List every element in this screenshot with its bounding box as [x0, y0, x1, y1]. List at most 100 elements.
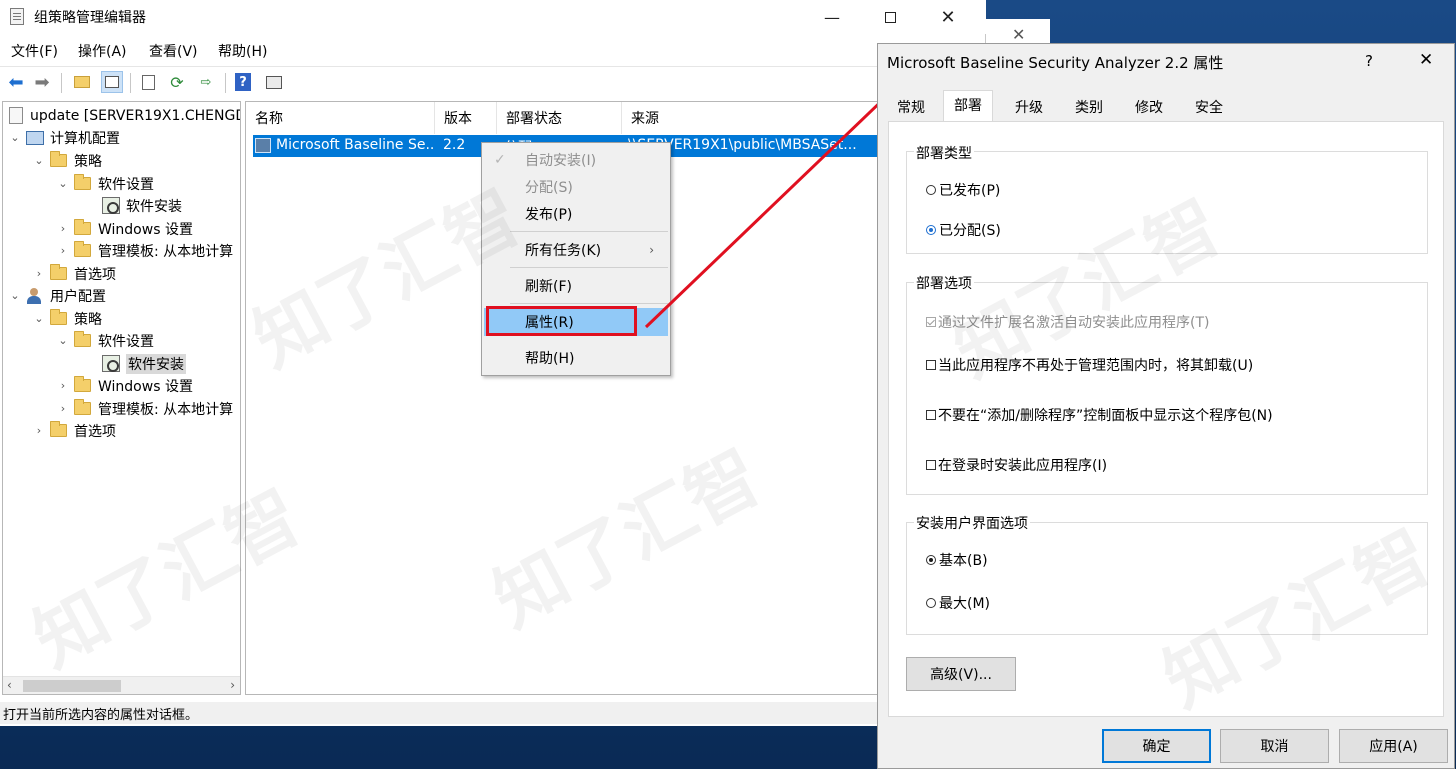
- title-bar: 组策略管理编辑器 — ✕: [0, 0, 986, 34]
- tree-node-c-preferences[interactable]: › 首选项: [32, 263, 116, 284]
- tree-node-c-software-settings[interactable]: ⌄ 软件设置: [56, 173, 154, 194]
- chevron-right-icon[interactable]: ›: [32, 267, 46, 280]
- forward-icon[interactable]: ➡: [31, 71, 53, 93]
- radio-basic[interactable]: 基本(B): [926, 550, 988, 570]
- annotation-arrow: [644, 81, 902, 329]
- tree-node-u-policy[interactable]: ⌄ 策略: [32, 308, 102, 329]
- row-name: Microsoft Baseline Se...: [276, 137, 434, 153]
- tree-node-u-windows-settings[interactable]: › Windows 设置: [56, 375, 193, 396]
- checkbox: [926, 410, 936, 420]
- chevron-down-icon[interactable]: ⌄: [8, 131, 22, 144]
- chevron-down-icon[interactable]: ⌄: [32, 312, 46, 325]
- tree-node-u-software-settings[interactable]: ⌄ 软件设置: [56, 330, 154, 351]
- minimize-button[interactable]: —: [803, 0, 861, 34]
- chevron-right-icon[interactable]: ›: [56, 244, 70, 257]
- chevron-down-icon[interactable]: ⌄: [8, 289, 22, 302]
- folder-icon: [74, 174, 91, 190]
- tree-node-c-policy[interactable]: ⌄ 策略: [32, 150, 102, 171]
- close-icon: ✕: [940, 6, 956, 28]
- folder-icon: [50, 151, 67, 167]
- view-icon[interactable]: [263, 71, 285, 93]
- tree-node-root[interactable]: update [SERVER19X1.CHENGD: [9, 105, 240, 126]
- column-header-name[interactable]: 名称 ˄: [246, 102, 435, 134]
- chevron-down-icon[interactable]: ⌄: [56, 334, 70, 347]
- menu-action[interactable]: 操作(A): [78, 41, 127, 61]
- tree-node-c-windows-settings[interactable]: › Windows 设置: [56, 218, 193, 239]
- checkbox: [926, 460, 936, 470]
- dialog-close-button[interactable]: ✕: [1419, 50, 1433, 70]
- checkbox-uninstall[interactable]: 当此应用程序不再处于管理范围内时，将其卸载(U): [926, 355, 1253, 375]
- window-title: 组策略管理编辑器: [34, 10, 146, 26]
- folder-icon: [50, 264, 67, 280]
- users-icon: [26, 287, 44, 304]
- close-icon: ✕: [1419, 50, 1434, 70]
- menu-file[interactable]: 文件(F): [11, 41, 58, 61]
- scroll-left-icon[interactable]: ‹: [7, 678, 12, 692]
- tree-node-u-admin-templates[interactable]: › 管理模板: 从本地计算: [56, 398, 233, 419]
- export-icon[interactable]: ⇨: [195, 71, 217, 93]
- tree-node-user-config[interactable]: ⌄ 用户配置: [8, 285, 106, 306]
- radio-maximum[interactable]: 最大(M): [926, 593, 990, 613]
- folder-icon: [74, 331, 91, 347]
- tree-node-u-software-install[interactable]: 软件安装: [102, 353, 186, 374]
- apply-button[interactable]: 应用(A): [1339, 729, 1448, 763]
- chevron-right-icon[interactable]: ›: [56, 379, 70, 392]
- radio-button: [926, 185, 936, 195]
- menu-view[interactable]: 查看(V): [149, 41, 198, 61]
- tree-node-computer-config[interactable]: ⌄ 计算机配置: [8, 127, 120, 148]
- checkbox-hide-arp[interactable]: 不要在“添加/删除程序”控制面板中显示这个程序包(N): [926, 405, 1273, 425]
- tab-categories[interactable]: 类别: [1065, 93, 1113, 121]
- menu-help[interactable]: 帮助(H): [218, 41, 267, 61]
- folder-icon: [74, 376, 91, 392]
- checkbox-install-logon[interactable]: 在登录时安装此应用程序(I): [926, 455, 1107, 475]
- checkbox-auto-install[interactable]: 通过文件扩展名激活自动安装此应用程序(T): [926, 312, 1209, 332]
- folder-icon: [74, 399, 91, 415]
- chevron-right-icon[interactable]: ›: [32, 424, 46, 437]
- ok-button[interactable]: 确定: [1102, 729, 1211, 763]
- tree-horizontal-scrollbar[interactable]: ‹ ›: [3, 676, 240, 694]
- advanced-button[interactable]: 高级(V)...: [906, 657, 1016, 691]
- up-folder-icon[interactable]: [71, 71, 93, 93]
- software-install-icon: [102, 197, 120, 214]
- column-header-status[interactable]: 部署状态: [497, 102, 622, 134]
- radio-button: [926, 598, 936, 608]
- tab-upgrades[interactable]: 升级: [1005, 93, 1053, 121]
- tab-general[interactable]: 常规: [887, 93, 935, 121]
- help-icon[interactable]: ?: [235, 73, 251, 91]
- cancel-button[interactable]: 取消: [1220, 729, 1329, 763]
- chevron-down-icon[interactable]: ⌄: [32, 154, 46, 167]
- tree-node-c-software-install[interactable]: 软件安装: [102, 195, 182, 216]
- properties-icon[interactable]: [137, 71, 159, 93]
- column-header-version[interactable]: 版本: [435, 102, 497, 134]
- tree-node-u-preferences[interactable]: › 首选项: [32, 420, 116, 441]
- menu-item-help[interactable]: 帮助(H): [484, 344, 668, 372]
- back-icon[interactable]: ⬅: [5, 71, 27, 93]
- dialog-title: Microsoft Baseline Security Analyzer 2.2…: [887, 54, 1224, 72]
- tab-deployment[interactable]: 部署: [943, 90, 993, 122]
- deploy-options-label: 部署选项: [914, 273, 974, 293]
- deployment-tab-panel: 部署类型 已发布(P) 已分配(S) 部署选项 通过文件扩展名激活自动安装此应用…: [888, 121, 1444, 717]
- close-icon[interactable]: ✕: [1012, 25, 1025, 44]
- radio-published[interactable]: 已发布(P): [926, 180, 1000, 200]
- tree-node-c-admin-templates[interactable]: › 管理模板: 从本地计算: [56, 240, 233, 261]
- ui-options-label: 安装用户界面选项: [914, 513, 1030, 533]
- dialog-help-button[interactable]: ?: [1365, 52, 1373, 70]
- chevron-right-icon[interactable]: ›: [56, 402, 70, 415]
- tab-modifications[interactable]: 修改: [1125, 93, 1173, 121]
- chevron-down-icon[interactable]: ⌄: [56, 177, 70, 190]
- software-install-icon: [102, 355, 120, 372]
- refresh-icon[interactable]: ⟳: [166, 71, 188, 93]
- tab-security[interactable]: 安全: [1185, 93, 1233, 121]
- scroll-right-icon[interactable]: ›: [230, 678, 235, 692]
- radio-assigned[interactable]: 已分配(S): [926, 220, 1001, 240]
- deploy-type-label: 部署类型: [914, 143, 974, 163]
- console-tree: update [SERVER19X1.CHENGD ⌄ 计算机配置 ⌄ 策略 ⌄…: [2, 101, 241, 695]
- close-button[interactable]: ✕: [919, 0, 977, 34]
- chevron-right-icon[interactable]: ›: [56, 222, 70, 235]
- maximize-button[interactable]: [861, 0, 919, 34]
- show-hide-tree-icon[interactable]: [101, 71, 123, 93]
- scrollbar-thumb[interactable]: [23, 680, 121, 692]
- policy-document-icon: [9, 107, 23, 124]
- checkbox: [926, 360, 936, 370]
- menu-bar: 文件(F) 操作(A) 查看(V) 帮助(H): [0, 38, 986, 64]
